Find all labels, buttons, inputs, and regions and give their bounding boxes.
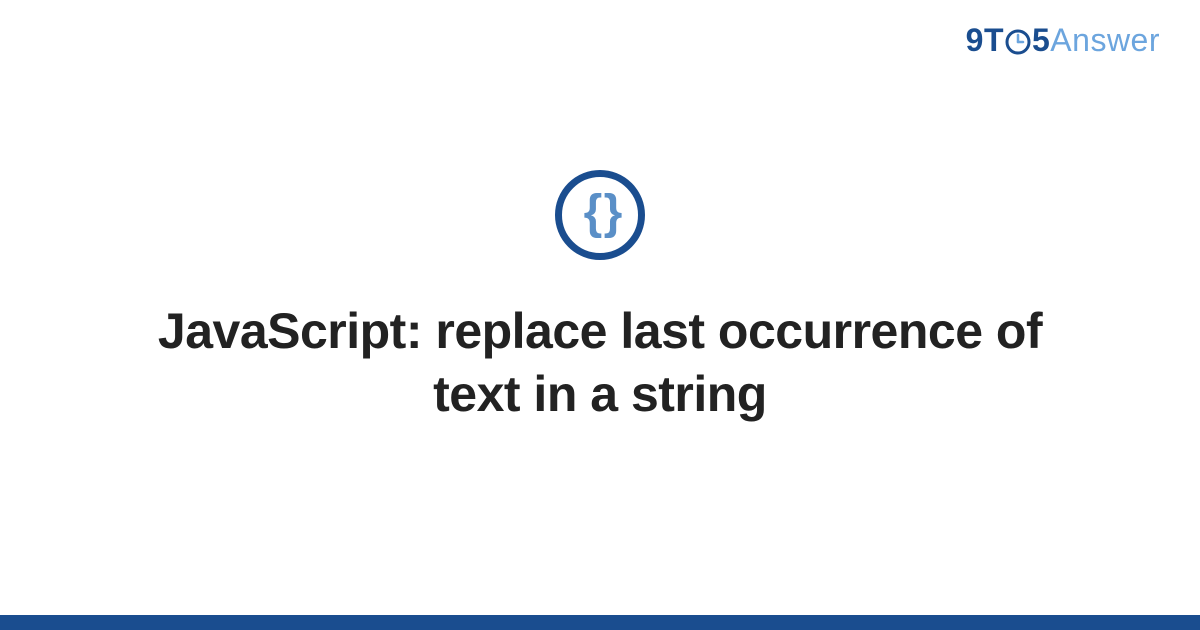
category-icon-circle: { } [555, 170, 645, 260]
footer-accent-bar [0, 615, 1200, 630]
main-content: { } JavaScript: replace last occurrence … [0, 0, 1200, 615]
page-title: JavaScript: replace last occurrence of t… [150, 300, 1050, 425]
curly-braces-icon: { } [584, 189, 617, 237]
